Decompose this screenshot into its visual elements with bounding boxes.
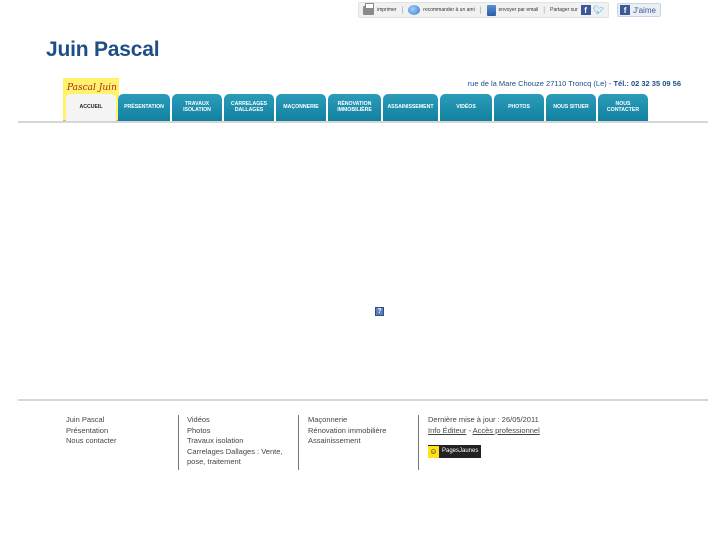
email-icon xyxy=(486,4,496,16)
last-update: Dernière mise à jour : 26/05/2011 xyxy=(428,415,539,424)
site-title: Juin Pascal xyxy=(46,38,160,61)
footer-column-4: Dernière mise à jour : 26/05/2011 Info É… xyxy=(418,415,540,470)
twitter-icon[interactable]: 🐦︎ xyxy=(593,5,604,16)
logo-text: Pascal Juin xyxy=(67,83,117,93)
nav-tab-travaux-isolation[interactable]: TRAVAUX ISOLATION xyxy=(172,94,222,121)
footer-links: Info Éditeur - Accès professionnel xyxy=(428,426,540,437)
pro-access-link[interactable]: Accès professionnel xyxy=(473,426,540,435)
nav-tab-photos[interactable]: PHOTOS xyxy=(494,94,544,121)
footer-link[interactable]: Carrelages Dallages : Vente, pose, trait… xyxy=(187,447,290,468)
nav-tab-présentation[interactable]: PRÉSENTATION xyxy=(118,94,170,121)
footer-link[interactable]: Assainissement xyxy=(308,436,410,447)
pagesjaunes-smiley-icon: ☺ xyxy=(428,445,439,458)
pagesjaunes-label: PagesJaunes xyxy=(442,448,479,455)
nav-tab-carrelages-dallages[interactable]: CARRELAGES DALLAGES xyxy=(224,94,274,121)
printer-icon xyxy=(363,2,374,15)
page: imprimer | recommander à un ami | envoye… xyxy=(0,0,727,545)
facebook-icon: f xyxy=(620,5,631,15)
recommend-label: recommander à un ami xyxy=(423,7,475,13)
share-label: Partager sur xyxy=(550,7,578,13)
email-button[interactable]: envoyer par email xyxy=(482,2,543,18)
email-label: envoyer par email xyxy=(498,7,539,13)
nav-tab-assainissement[interactable]: ASSAINISSEMENT xyxy=(383,94,438,121)
nav-tab-rénovation-immobilière[interactable]: RÉNOVATION IMMOBILIÈRE xyxy=(328,94,381,121)
facebook-like-button[interactable]: f J'aime xyxy=(617,3,661,17)
recommend-icon xyxy=(408,5,421,15)
address-text: rue de la Mare Chouze 27110 Troncq (Le) xyxy=(467,79,607,88)
like-label: J'aime xyxy=(633,5,656,15)
footer-link[interactable]: Nous contacter xyxy=(66,436,116,447)
print-label: imprimer xyxy=(377,7,397,13)
main-navigation: ACCUEIL PRÉSENTATION TRAVAUX ISOLATION CARR… xyxy=(66,94,650,121)
pagesjaunes-badge[interactable]: ☺ PagesJaunes xyxy=(428,445,482,458)
footer-link[interactable]: Présentation xyxy=(66,426,116,437)
footer-divider xyxy=(18,399,708,401)
nav-tab-accueil[interactable]: ACCUEIL xyxy=(66,94,116,121)
print-button[interactable]: imprimer xyxy=(358,2,401,18)
footer-link[interactable]: Rénovation immobilière xyxy=(308,426,410,437)
footer-link[interactable]: Maçonnerie xyxy=(308,415,410,426)
facebook-icon[interactable]: f xyxy=(580,5,591,15)
footer-link[interactable]: Photos xyxy=(187,426,290,437)
info-editor-link[interactable]: Info Éditeur xyxy=(428,426,466,435)
footer-column-2: Vidéos Photos Travaux isolation Carrelages … xyxy=(178,415,290,470)
footer-column-1: Juin Pascal Présentation Nous contacter xyxy=(66,415,116,447)
main-content: ? xyxy=(18,123,708,399)
contact-address: rue de la Mare Chouze 27110 Troncq (Le) … xyxy=(468,79,681,88)
footer-link[interactable]: Juin Pascal xyxy=(66,415,116,426)
nav-tab-maçonnerie[interactable]: MAÇONNERIE xyxy=(276,94,326,121)
footer-link[interactable]: Travaux isolation xyxy=(187,436,290,447)
phone-number: Tél.: 02 32 35 09 56 xyxy=(613,79,681,88)
nav-tab-vidéos[interactable]: VIDÉOS xyxy=(440,94,492,121)
share-group: Partager sur f 🐦︎ xyxy=(546,2,610,18)
nav-tab-nous-situer[interactable]: NOUS SITUER xyxy=(546,94,596,121)
footer-column-3: Maçonnerie Rénovation immobilière Assainis… xyxy=(298,415,410,470)
missing-plugin-icon[interactable]: ? xyxy=(375,307,384,316)
recommend-button[interactable]: recommander à un ami xyxy=(404,2,479,18)
share-toolbar: imprimer | recommander à un ami | envoye… xyxy=(358,2,661,18)
footer-link[interactable]: Vidéos xyxy=(187,415,290,426)
nav-tab-nous-contacter[interactable]: NOUS CONTACTER xyxy=(598,94,648,121)
